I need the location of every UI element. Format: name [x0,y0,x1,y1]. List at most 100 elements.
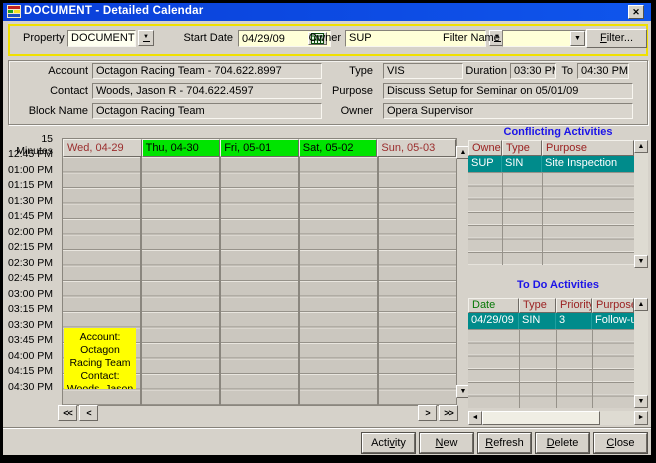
todo-empty-rows[interactable] [468,329,634,408]
activity-event-note[interactable]: Account: Octagon Racing Team Contact: Wo… [64,328,136,389]
day-column-sun[interactable] [377,157,456,405]
owner-field[interactable]: Opera Supervisor [383,103,633,119]
cell-purpose: Site Inspection [542,156,634,172]
contact-field[interactable]: Woods, Jason R - 704.622.4597 [92,83,322,99]
scroll-up-icon[interactable]: ▲ [634,140,648,153]
day-column-sat[interactable] [298,157,377,405]
column-divider [592,329,593,408]
new-button[interactable]: New [420,433,473,453]
nav-next-button[interactable]: > [418,405,437,421]
todo-activities-table: Date Type Priority Purpose 04/29/09 SIN … [468,298,648,408]
todo-activities-title: To Do Activities [468,279,648,291]
column-header-priority: Priority [556,298,592,313]
filter-button[interactable]: Filter... [586,29,647,48]
column-divider [519,329,520,408]
filter-name-value [503,31,570,46]
nav-last-button[interactable]: >> [439,405,458,421]
block-name-label: Block Name [18,105,88,117]
cell-type: SIN [502,156,542,172]
time-label: 02:15 PM [3,240,53,256]
chevron-down-icon[interactable]: ▼ [570,31,585,46]
time-label: 04:15 PM [3,364,53,380]
type-label: Type [333,65,373,77]
filter-name-combobox[interactable]: ▼ [502,30,586,47]
column-header-type: Type [519,298,556,313]
property-field[interactable]: DOCUMENT [67,30,136,47]
cell-date: 04/29/09 [468,313,519,329]
scroll-down-icon[interactable]: ▼ [634,395,648,408]
owner-label: Owner [323,105,373,117]
duration-label: Duration [443,65,507,77]
day-header-thu: Thu, 04-30 [142,139,221,157]
bottom-divider [3,427,651,429]
time-label: 02:30 PM [3,256,53,272]
owner-filter-label: Owner [298,32,341,44]
conflicting-table-header: Owner Type Purpose [468,140,648,156]
column-header-purpose: Purpose [542,140,634,156]
column-header-purpose: Purpose [592,298,634,313]
cell-type: SIN [519,313,556,329]
calendar-grid-header: Wed, 04-29 Thu, 04-30 Fri, 05-01 Sat, 05… [63,139,456,157]
time-label: 04:30 PM [3,380,53,396]
scroll-up-icon[interactable]: ▲ [634,298,648,311]
close-button[interactable]: Close [594,433,647,453]
scrollbar-thumb[interactable] [482,411,600,425]
day-header-fri: Fri, 05-01 [220,139,299,157]
nav-first-button[interactable]: << [58,405,77,421]
time-label: 04:00 PM [3,349,53,365]
app-icon [7,5,21,18]
time-label: 03:15 PM [3,302,53,318]
column-divider [502,172,503,265]
conflicting-activities-table: Owner Type Purpose SUP SIN Site Inspecti… [468,140,648,268]
conflicting-vertical-scrollbar[interactable]: ▲ ▼ [634,140,648,268]
time-label: 03:45 PM [3,333,53,349]
refresh-button[interactable]: Refresh [478,433,531,453]
column-header-date: Date [468,298,519,313]
cell-purpose: Follow-up [592,313,634,329]
table-row[interactable]: SUP SIN Site Inspection [468,156,648,172]
conflicting-activities-title: Conflicting Activities [468,126,648,138]
time-label: 01:45 PM [3,209,53,225]
day-header-wed: Wed, 04-29 [63,139,142,157]
account-field[interactable]: Octagon Racing Team - 704.622.8997 [92,63,322,79]
start-date-label: Start Date [175,32,233,44]
conflicting-empty-rows[interactable] [468,172,634,265]
scroll-left-icon[interactable]: ◄ [468,411,482,425]
scroll-down-icon[interactable]: ▼ [634,255,648,268]
time-label: 12:45 PM [3,147,53,163]
duration-field[interactable]: 03:30 PM [510,63,556,79]
lov-bar-icon [143,41,150,42]
purpose-label: Purpose [313,85,373,97]
nav-prev-button[interactable]: < [79,405,98,421]
application-frame: DOCUMENT - Detailed Calendar ✕ Property … [0,0,656,463]
activity-button[interactable]: Activity [362,433,415,453]
contact-label: Contact [33,85,88,97]
time-label: 01:15 PM [3,178,53,194]
delete-button[interactable]: Delete [536,433,589,453]
day-column-fri[interactable] [219,157,298,405]
todo-vertical-scrollbar[interactable]: ▲ ▼ [634,298,648,408]
time-label: 02:00 PM [3,225,53,241]
title-bar[interactable]: DOCUMENT - Detailed Calendar ✕ [3,3,651,21]
property-lov-button[interactable]: ▼ [138,30,154,46]
filter-name-label: Filter Name [443,32,497,44]
table-row[interactable]: 04/29/09 SIN 3 Follow-up [468,313,648,329]
todo-table-header: Date Type Priority Purpose [468,298,648,313]
column-header-type: Type [502,140,542,156]
detailed-calendar-window: DOCUMENT - Detailed Calendar ✕ Property … [3,3,651,455]
property-label: Property [23,32,63,44]
column-divider [542,172,543,265]
scroll-right-icon[interactable]: ► [634,411,648,425]
column-header-owner: Owner [468,140,502,156]
column-divider [556,329,557,408]
day-header-sat: Sat, 05-02 [299,139,378,157]
close-icon[interactable]: ✕ [628,5,644,19]
day-column-thu[interactable] [140,157,219,405]
todo-horizontal-scrollbar[interactable]: ◄ ► [468,411,648,425]
to-label: To [556,65,573,77]
to-field[interactable]: 04:30 PM [577,63,629,79]
time-label: 01:30 PM [3,194,53,210]
block-name-field[interactable]: Octagon Racing Team [92,103,322,119]
account-label: Account [33,65,88,77]
purpose-field[interactable]: Discuss Setup for Seminar on 05/01/09 [383,83,633,99]
